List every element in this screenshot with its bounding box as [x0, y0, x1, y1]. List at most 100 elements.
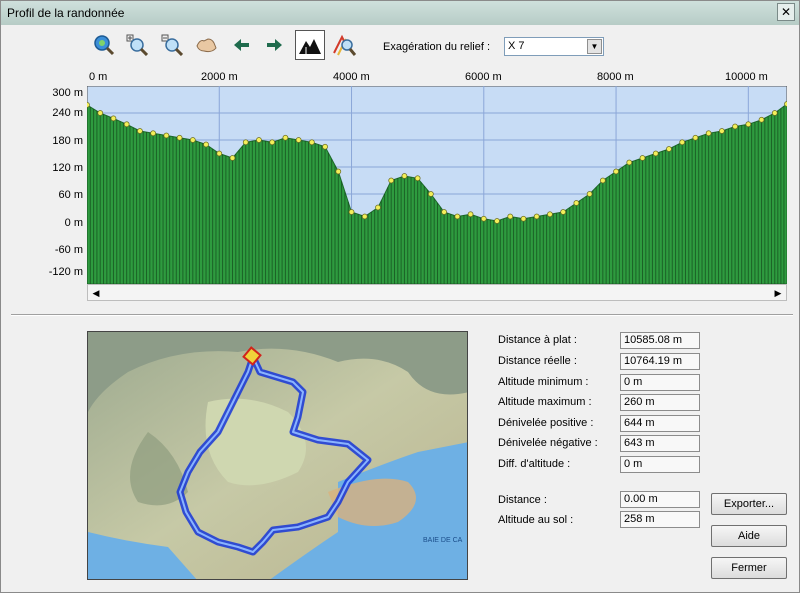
exaggeration-value: X 7: [508, 40, 525, 52]
ground-altitude-label: Altitude au sol :: [498, 514, 574, 526]
positive-gain-field: 644 m: [620, 415, 700, 432]
window-title: Profil de la randonnée: [7, 6, 125, 20]
y-tick-label: 300 m: [52, 87, 83, 99]
exaggeration-select[interactable]: X 7 ▼: [504, 37, 604, 56]
elevation-point: [520, 215, 527, 222]
zoom-fit-icon: [94, 35, 115, 56]
y-tick-label: 120 m: [52, 162, 83, 174]
altitude-diff-label: Diff. d'altitude :: [498, 458, 571, 470]
elevation-point: [626, 159, 633, 166]
elevation-point: [441, 209, 447, 215]
elevation-point: [719, 128, 725, 134]
elevation-point: [547, 211, 553, 218]
elevation-point: [784, 101, 787, 107]
elevation-point: [467, 211, 474, 218]
route-map[interactable]: BAIE DE CA: [87, 331, 468, 580]
zoom-in-icon: [126, 34, 148, 56]
hike-profile-window: Profil de la randonnée ✕ Exagération du …: [0, 0, 800, 593]
distance-field: 0.00 m: [620, 491, 700, 508]
elevation-point: [242, 139, 249, 146]
divider: [11, 314, 793, 316]
scroll-right-icon[interactable]: ▶: [771, 286, 785, 300]
previous-button[interactable]: [229, 32, 255, 58]
negative-gain-field: 643 m: [620, 435, 700, 452]
elevation-point: [428, 191, 434, 197]
min-altitude-field: 0 m: [620, 374, 700, 391]
elevation-point: [110, 115, 117, 122]
y-tick-label: 240 m: [52, 107, 83, 119]
real-distance-field: 10764.19 m: [620, 353, 700, 370]
elevation-point: [758, 116, 765, 123]
horizontal-scrollbar[interactable]: ◀ ▶: [87, 284, 787, 301]
x-tick-label: 4000 m: [333, 71, 370, 83]
elevation-point: [322, 143, 328, 150]
x-tick-label: 2000 m: [201, 71, 238, 83]
zoom-fit-button[interactable]: [91, 32, 117, 58]
arrow-left-icon: [234, 39, 249, 51]
export-button[interactable]: Exporter...: [711, 493, 787, 515]
zoom-in-button[interactable]: [124, 32, 150, 58]
elevation-point: [123, 121, 130, 128]
terrain-icon: [298, 33, 322, 57]
distance-label: Distance :: [498, 494, 547, 506]
ground-altitude-field: 258 m: [620, 511, 700, 528]
elevation-point: [692, 134, 699, 141]
elevation-point: [732, 123, 738, 130]
arrow-right-icon: [267, 39, 282, 51]
negative-gain-label: Dénivelée négative :: [498, 437, 598, 449]
map-label: BAIE DE CA: [423, 537, 463, 544]
elevation-point: [679, 139, 686, 146]
elevation-point: [613, 168, 619, 175]
profile-search-icon: [333, 34, 356, 56]
help-button[interactable]: Aide: [711, 525, 787, 547]
elevation-point: [639, 155, 646, 161]
elevation-point: [269, 139, 276, 146]
elevation-point: [454, 213, 461, 220]
elevation-point: [745, 121, 752, 128]
close-window-button[interactable]: ✕: [777, 3, 795, 21]
pan-hand-icon: [196, 38, 217, 53]
zoom-out-button[interactable]: [159, 32, 185, 58]
elevation-point: [494, 218, 500, 224]
y-tick-label: -60 m: [54, 244, 83, 256]
elevation-point: [480, 215, 487, 222]
max-altitude-label: Altitude maximum :: [498, 396, 592, 408]
elevation-point: [308, 139, 315, 146]
profile-search-button[interactable]: [331, 32, 357, 58]
topographic-map-image: BAIE DE CA: [88, 332, 467, 579]
elevation-point: [87, 102, 90, 108]
elevation-profile-chart[interactable]: [87, 86, 787, 284]
pan-button[interactable]: [193, 32, 219, 58]
positive-gain-label: Dénivelée positive :: [498, 417, 594, 429]
elevation-point: [388, 177, 395, 184]
chevron-down-icon[interactable]: ▼: [587, 39, 602, 54]
altitude-diff-field: 0 m: [620, 456, 700, 473]
x-tick-label: 10000 m: [725, 71, 768, 83]
elevation-point: [586, 191, 593, 197]
elevation-point: [189, 137, 196, 143]
elevation-point: [361, 213, 368, 220]
elevation-point: [176, 134, 183, 141]
elevation-point: [375, 204, 381, 211]
y-tick-label: -120 m: [48, 266, 83, 278]
elevation-point: [150, 130, 156, 137]
exaggeration-label: Exagération du relief :: [383, 41, 491, 53]
elevation-point: [771, 110, 778, 116]
elevation-point: [652, 150, 659, 157]
terrain-view-button[interactable]: [295, 30, 325, 60]
scroll-left-icon[interactable]: ◀: [89, 286, 103, 300]
flat-distance-label: Distance à plat :: [498, 334, 577, 346]
next-button[interactable]: [261, 32, 287, 58]
elevation-point: [414, 175, 421, 182]
elevation-point: [163, 132, 170, 139]
elevation-point: [203, 141, 209, 148]
elevation-point: [97, 110, 104, 116]
elevation-point: [666, 146, 672, 152]
elevation-point: [573, 200, 580, 206]
elevation-point: [335, 168, 342, 175]
real-distance-label: Distance réelle :: [498, 355, 577, 367]
close-button[interactable]: Fermer: [711, 557, 787, 579]
elevation-point: [348, 209, 355, 215]
x-tick-label: 6000 m: [465, 71, 502, 83]
elevation-point: [599, 177, 606, 184]
